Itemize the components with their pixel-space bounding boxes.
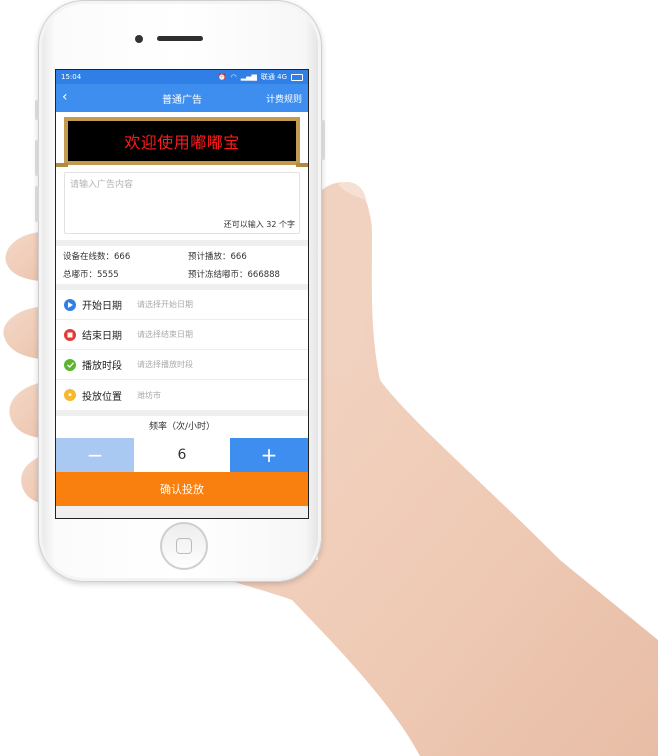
decrease-button[interactable]: −: [56, 438, 134, 472]
power-button: [321, 120, 325, 160]
ad-content-section: 请输入广告内容 还可以输入 32 个字: [56, 169, 308, 240]
play-icon: [64, 298, 76, 311]
billing-rules-link[interactable]: 计费规则: [266, 92, 302, 105]
location-value: 潍坊市: [137, 390, 161, 400]
ad-content-placeholder: 请输入广告内容: [70, 180, 134, 190]
status-bar: 15:04 ⏰ ◠ ▂▄▆ 联通 4G: [56, 70, 308, 84]
volume-down-button: [35, 186, 39, 222]
led-banner-text: 欢迎使用嘟嘟宝: [56, 117, 308, 167]
end-date-hint: 请选择结束日期: [137, 330, 193, 339]
stats-panel: 设备在线数：666 预计播放：666 总嘟币：5555 预计冻结嘟币：66688…: [56, 246, 308, 284]
page-title: 普通广告: [162, 94, 202, 106]
phone-screen: 15:04 ⏰ ◠ ▂▄▆ 联通 4G ‹ 普通广告 计费规则 欢迎使用嘟嘟宝 …: [55, 69, 309, 519]
char-count: 还可以输入 32 个字: [223, 220, 295, 229]
back-icon[interactable]: ‹: [62, 90, 68, 104]
home-button[interactable]: [160, 522, 208, 570]
play-period-hint: 请选择播放时段: [137, 360, 193, 369]
start-date-label: 开始日期: [82, 301, 122, 312]
frequency-title: 频率（次/小时）: [56, 416, 308, 438]
end-date-label: 结束日期: [82, 331, 122, 342]
confirm-placement-button[interactable]: 确认投放: [56, 472, 308, 506]
increase-button[interactable]: +: [230, 438, 308, 472]
nav-bar: ‹ 普通广告 计费规则: [56, 84, 308, 112]
location-row[interactable]: 投放位置 潍坊市: [56, 380, 308, 410]
start-date-row[interactable]: 开始日期 请选择开始日期: [56, 290, 308, 320]
frequency-value[interactable]: 6: [134, 438, 230, 472]
carrier-label: 联通 4G: [260, 73, 287, 81]
signal-icon: ▂▄▆: [240, 73, 257, 81]
earpiece-speaker: [157, 36, 203, 41]
stop-icon: [64, 328, 76, 341]
led-banner-preview: 欢迎使用嘟嘟宝: [56, 112, 308, 169]
volume-up-button: [35, 140, 39, 176]
stat-expected-plays: 预计播放：666: [188, 252, 247, 262]
stat-online-devices: 设备在线数：666: [63, 252, 131, 262]
start-date-hint: 请选择开始日期: [137, 300, 193, 309]
status-time: 15:04: [61, 73, 82, 81]
location-pin-icon: [64, 389, 76, 401]
end-date-row[interactable]: 结束日期 请选择结束日期: [56, 320, 308, 350]
battery-icon: [291, 73, 303, 81]
play-period-label: 播放时段: [82, 361, 122, 372]
mute-switch: [35, 100, 39, 120]
alarm-icon: ⏰: [217, 73, 227, 81]
stat-total-coins: 总嘟币：5555: [63, 270, 119, 280]
ad-content-input[interactable]: 请输入广告内容 还可以输入 32 个字: [64, 172, 300, 234]
stat-frozen-coins: 预计冻结嘟币：666888: [188, 270, 280, 280]
schedule-settings: 开始日期 请选择开始日期 结束日期 请选择结束日期 播放时段 请选择播放时段 投…: [56, 290, 308, 410]
wifi-icon: ◠: [230, 73, 237, 81]
location-label: 投放位置: [82, 391, 122, 403]
frequency-stepper: − 6 +: [56, 438, 308, 472]
front-camera: [135, 35, 143, 43]
check-icon: [64, 358, 76, 371]
play-period-row[interactable]: 播放时段 请选择播放时段: [56, 350, 308, 380]
